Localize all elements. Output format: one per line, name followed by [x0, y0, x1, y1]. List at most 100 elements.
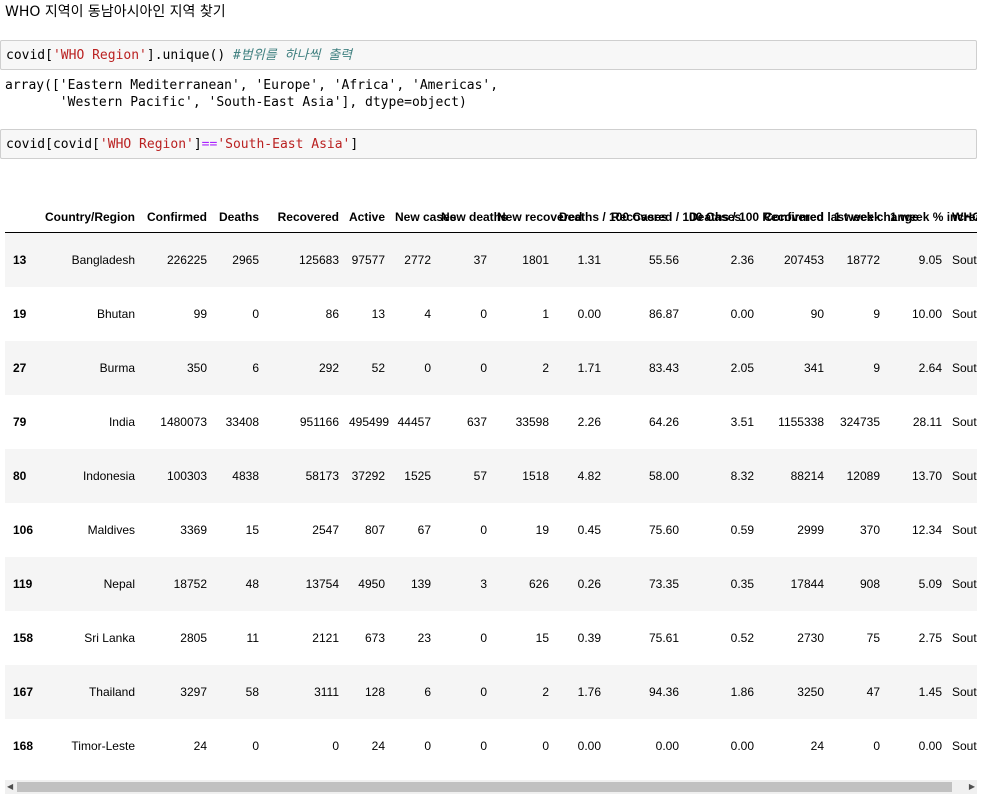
code-string: 'South-East Asia' [217, 137, 351, 152]
table-row: 168 Timor-Leste 24 0 0 24 0 0 0 0.00 0.00 0.00 24 0 0.… [5, 719, 977, 773]
table-cell: 4838 [232, 468, 259, 483]
code-string: 'WHO Region' [52, 48, 147, 63]
scrollbar-thumb[interactable] [17, 782, 952, 792]
table-row: 27 Burma 350 6 292 52 0 0 2 1.71 83.43 2.05 341 9 2.64… [5, 340, 977, 395]
table-cell: 324735 [839, 414, 880, 429]
code-string: 'WHO Region' [99, 137, 194, 152]
table-cell: 1.86 [730, 684, 754, 699]
row-index: 79 [13, 414, 27, 429]
row-index: 80 [13, 468, 27, 483]
table-cell: 15 [535, 630, 549, 645]
table-cell: 0 [424, 738, 431, 753]
table-cell: 13754 [305, 576, 339, 591]
table-cell: 100303 [166, 468, 207, 483]
table-cell: 2.36 [730, 252, 754, 267]
table-cell: 86.87 [648, 306, 679, 321]
code-token: ] [350, 137, 359, 152]
table-cell: 75 [866, 630, 880, 645]
region-cell: South-East Asia [952, 522, 977, 537]
code-cell-filter[interactable]: covid[covid['WHO Region']=='South-East A… [0, 129, 977, 159]
table-cell: 9 [873, 360, 880, 375]
column-header: 1 week % increase [885, 178, 977, 233]
row-index: 27 [13, 360, 27, 375]
table-cell: 55.56 [648, 252, 679, 267]
table-cell: 75.61 [648, 630, 679, 645]
table-cell: 2 [542, 684, 549, 699]
table-cell: 3111 [314, 684, 339, 699]
table-cell: 44457 [397, 414, 431, 429]
column-header: Deaths / 100 Recovered [684, 178, 824, 233]
table-cell: 57 [473, 468, 487, 483]
region-cell: South-East Asia [952, 306, 977, 321]
table-cell: 637 [466, 414, 487, 429]
column-header: New cases [390, 178, 456, 233]
table-cell: 0.00 [577, 306, 601, 321]
table-cell: 2772 [404, 252, 431, 267]
table-cell: 58.00 [648, 468, 679, 483]
table-row: 79 India 1480073 33408 951166 495499 44457 637 3… [5, 395, 977, 449]
table-cell: 0.45 [577, 522, 601, 537]
column-header: 1 week change [829, 178, 919, 233]
table-cell: 11 [246, 630, 259, 645]
table-cell: 2965 [232, 252, 259, 267]
column-header: Deaths / 100 Cases [554, 178, 668, 233]
table-cell: 58 [245, 684, 259, 699]
table-cell: 9.05 [918, 252, 942, 267]
table-cell: 37292 [351, 468, 385, 483]
table-row: 106 Maldives 3369 15 2547 807 67 0 19 0.45 75.60 0.… [5, 503, 977, 557]
code-token: ] [193, 137, 202, 152]
table-cell: 52 [371, 360, 385, 375]
table-cell: 24 [193, 738, 207, 753]
table-cell: 207453 [783, 252, 824, 267]
table-cell: 0.00 [730, 306, 754, 321]
region-cell: South-East Asia [952, 738, 977, 753]
country-cell: Burma [99, 360, 135, 375]
table-cell: 33408 [225, 414, 259, 429]
table-cell: 2.05 [730, 360, 754, 375]
table-cell: 807 [364, 522, 385, 537]
code-token: ].unique() [146, 48, 233, 63]
table-cell: 8.32 [730, 468, 754, 483]
table-cell: 4 [424, 306, 431, 321]
code-comment: #범위를 하나씩 출력 [232, 48, 353, 63]
table-cell: 13 [371, 306, 385, 321]
scroll-right-icon[interactable]: ▶ [969, 783, 975, 791]
code-token: covid[ [6, 48, 53, 63]
region-cell: South-East Asia [952, 252, 977, 267]
region-cell: South-East Asia [952, 684, 977, 699]
table-cell: 0.39 [577, 630, 601, 645]
table-cell: 99 [193, 306, 207, 321]
country-cell: Bangladesh [71, 252, 135, 267]
output-line: 'Western Pacific', 'South-East Asia'], d… [5, 95, 467, 110]
table-cell: 24 [371, 738, 385, 753]
table-cell: 0 [542, 738, 549, 753]
table-cell: 0 [332, 738, 339, 753]
column-header: Recovered [264, 178, 344, 233]
table-cell: 1.31 [577, 252, 601, 267]
column-header: Active [344, 178, 390, 233]
horizontal-scrollbar[interactable]: ◀ ▶ [5, 780, 977, 794]
scroll-left-icon[interactable]: ◀ [7, 783, 13, 791]
table-cell: 90 [810, 306, 824, 321]
table-cell: 2121 [312, 630, 339, 645]
dataframe-output[interactable]: Country/Region Confirmed Deaths Recovered Ac… [5, 178, 977, 778]
table-cell: 6 [424, 684, 431, 699]
table-cell: 0 [873, 738, 880, 753]
table-cell: 341 [803, 360, 824, 375]
table-cell: 626 [528, 576, 549, 591]
table-cell: 370 [859, 522, 880, 537]
table-row: 13 Bangladesh 226225 2965 125683 97577 2772 37 1… [5, 232, 977, 287]
code-cell-unique[interactable]: covid['WHO Region'].unique() #범위를 하나씩 출력 [0, 40, 977, 70]
table-cell: 0 [480, 738, 487, 753]
table-row: 119 Nepal 18752 48 13754 4950 139 3 626 0.26 73.35… [5, 556, 977, 611]
table-cell: 2 [542, 360, 549, 375]
table-cell: 64.26 [648, 414, 679, 429]
table-cell: 67 [417, 522, 431, 537]
table-cell: 2.26 [577, 414, 601, 429]
table-cell: 0.26 [577, 576, 601, 591]
table-cell: 4950 [358, 576, 385, 591]
table-cell: 951166 [299, 414, 339, 429]
column-header: Confirmed last week [759, 178, 881, 233]
table-cell: 128 [364, 684, 385, 699]
table-cell: 5.09 [918, 576, 942, 591]
